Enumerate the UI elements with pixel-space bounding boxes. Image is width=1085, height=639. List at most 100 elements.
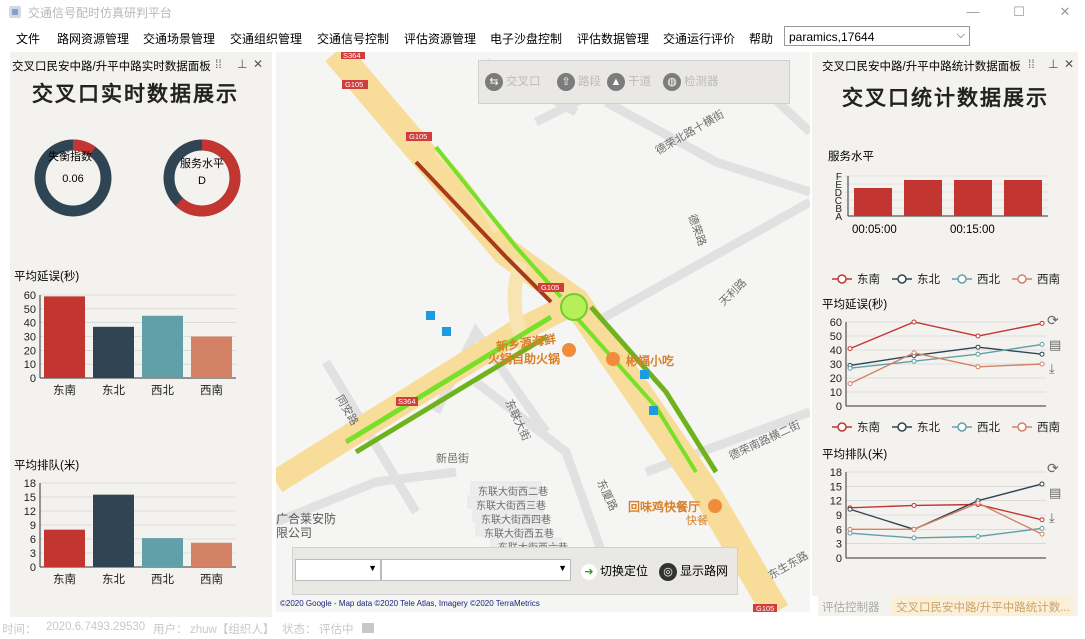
poi-label[interactable]: 彬福小吃 <box>626 352 674 369</box>
project-select[interactable]: paramics,17644 ⌵ <box>784 26 970 46</box>
arterial-button[interactable]: ▲ 干道 <box>607 73 651 91</box>
data-point[interactable] <box>975 344 981 350</box>
legend-label[interactable]: 东南 <box>857 272 880 286</box>
bar[interactable] <box>954 180 992 216</box>
x-tick-label: 西北 <box>151 573 174 586</box>
data-point[interactable] <box>975 351 981 357</box>
y-tick-label: 6 <box>836 524 842 536</box>
bar[interactable] <box>142 315 183 378</box>
gauge-service-label: 服务水平 <box>180 158 224 170</box>
service-xlabel: 00:15:00 <box>950 224 995 236</box>
legend-label[interactable]: 东南 <box>857 420 880 434</box>
menu-evaluation-resources[interactable]: 评估资源管理 <box>404 30 476 47</box>
data-point[interactable] <box>847 346 853 352</box>
y-tick-label: 0 <box>30 562 36 574</box>
road-segment-button[interactable]: ⇧ 路段 <box>557 73 601 91</box>
bar[interactable] <box>93 326 134 378</box>
status-time-label: 时间： <box>2 624 37 636</box>
menu-network-resources[interactable]: 路网资源管理 <box>57 30 129 47</box>
poi-label[interactable]: 火锅自助火锅 <box>488 350 560 367</box>
bar[interactable] <box>904 180 942 216</box>
legend-label[interactable]: 西南 <box>1037 420 1060 434</box>
refresh-icon[interactable]: ⟳ <box>1047 312 1059 329</box>
data-point[interactable] <box>911 319 917 325</box>
data-point[interactable] <box>847 506 853 512</box>
delay-line-chart: 0 10 20 30 40 50 60 <box>830 317 1046 413</box>
data-point[interactable] <box>911 350 917 356</box>
menu-file[interactable]: 文件 <box>16 30 40 47</box>
download-icon[interactable]: ⤓ <box>1049 510 1055 526</box>
bar[interactable] <box>142 538 183 567</box>
data-point[interactable] <box>1039 531 1045 537</box>
status-icon <box>362 623 374 633</box>
bar[interactable] <box>44 529 85 567</box>
map-view[interactable]: G105 G105 G105 S364 S364 G105 德荣北路十横街 德荣… <box>276 52 810 612</box>
y-tick-label: 18 <box>24 478 36 490</box>
menu-help[interactable]: 帮助 <box>749 30 773 47</box>
data-point[interactable] <box>975 534 981 539</box>
intersection-select[interactable]: ▼ <box>381 559 571 581</box>
data-point[interactable] <box>1039 320 1045 326</box>
data-point[interactable] <box>1039 517 1045 523</box>
bar[interactable] <box>93 494 134 567</box>
data-point[interactable] <box>1039 341 1045 347</box>
menu-scene-management[interactable]: 交通场景管理 <box>143 30 215 47</box>
bar[interactable] <box>854 188 892 216</box>
legend-label[interactable]: 西南 <box>1037 272 1060 286</box>
target-icon: ◎ <box>659 562 677 581</box>
queue-bar-chart: 0 3 6 9 12 15 18 东南 东北 西北 西南 <box>24 478 236 586</box>
data-point[interactable] <box>1039 481 1045 487</box>
data-point[interactable] <box>847 381 853 387</box>
legend-marker <box>957 422 967 432</box>
legend-label[interactable]: 西北 <box>977 421 1000 434</box>
menu-traffic-evaluation[interactable]: 交通运行评价 <box>663 30 735 47</box>
chevron-down-icon: ⌵ <box>956 29 965 41</box>
detector-button[interactable]: ◍ 检测器 <box>663 73 719 91</box>
left-queue-ylabel: 平均排队(米) <box>14 460 80 472</box>
district-select[interactable]: ▼ <box>295 559 381 581</box>
data-point[interactable] <box>847 365 853 371</box>
data-point[interactable] <box>975 364 981 370</box>
service-xlabel: 00:05:00 <box>852 224 897 236</box>
bar[interactable] <box>1004 180 1042 216</box>
bar[interactable] <box>191 336 232 379</box>
data-view-icon[interactable]: ▤ <box>1049 337 1061 353</box>
gauge-imbalance-label: 失衡指数 <box>48 151 92 163</box>
menu-organization-management[interactable]: 交通组织管理 <box>230 30 302 47</box>
bar[interactable] <box>191 542 232 567</box>
data-view-icon[interactable]: ▤ <box>1049 485 1061 501</box>
menu-sandbox-control[interactable]: 电子沙盘控制 <box>490 30 562 47</box>
tab-evaluation-controller[interactable]: 评估控制器 <box>822 599 880 615</box>
refresh-icon[interactable]: ⟳ <box>1047 460 1059 477</box>
data-point[interactable] <box>911 358 917 364</box>
data-point[interactable] <box>911 535 917 541</box>
intersection-button[interactable]: ⇆ 交叉口 <box>485 73 541 91</box>
data-point[interactable] <box>1039 351 1045 357</box>
data-point[interactable] <box>1039 525 1045 531</box>
data-point[interactable] <box>847 526 853 532</box>
data-point[interactable] <box>911 502 917 508</box>
tab-statistics-panel[interactable]: 交叉口民安中路/升平中路统计数... <box>892 596 1074 616</box>
maximize-button[interactable]: ☐ <box>1004 2 1034 22</box>
data-point[interactable] <box>975 500 981 506</box>
refresh-arrow-icon: ➜ <box>581 563 597 580</box>
legend-label[interactable]: 西北 <box>977 273 1000 286</box>
legend-label[interactable]: 东北 <box>917 273 940 286</box>
y-tick-label: 12 <box>830 496 842 508</box>
download-icon[interactable]: ⤓ <box>1049 361 1055 377</box>
minimize-button[interactable]: — <box>958 2 988 22</box>
data-point[interactable] <box>975 333 981 339</box>
queue-line-chart: 0 3 6 9 12 15 18 <box>830 467 1046 565</box>
menu-evaluation-data[interactable]: 评估数据管理 <box>577 30 649 47</box>
bar[interactable] <box>44 296 85 378</box>
legend-label[interactable]: 东北 <box>917 421 940 434</box>
show-network-button[interactable]: ◎ 显示路网 <box>659 562 728 581</box>
close-button[interactable]: ✕ <box>1050 2 1080 22</box>
menu-signal-control[interactable]: 交通信号控制 <box>317 30 389 47</box>
data-point[interactable] <box>1039 361 1045 367</box>
status-user-label: 用户： <box>153 624 188 636</box>
data-point[interactable] <box>911 526 917 532</box>
legend-marker <box>1017 422 1027 432</box>
y-tick-label: 3 <box>30 548 36 560</box>
switch-location-button[interactable]: ➜ 切换定位 <box>581 562 648 580</box>
